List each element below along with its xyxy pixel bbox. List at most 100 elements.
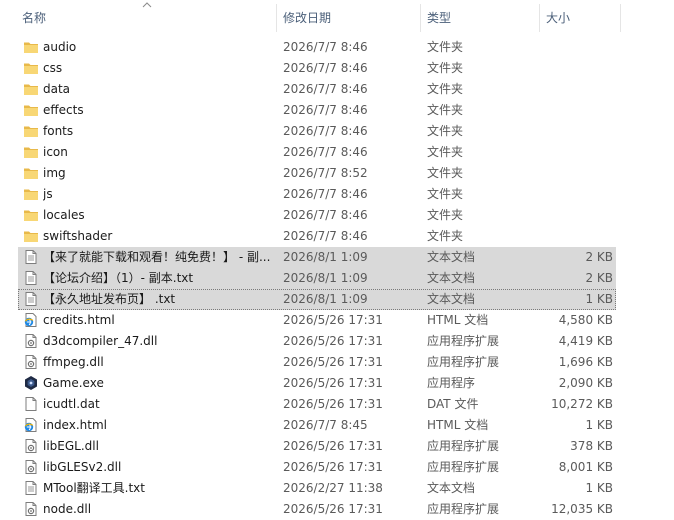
file-size: 4,580 KB [558, 313, 613, 327]
file-row[interactable]: audio 2026/7/7 8:46 文件夹 [18, 37, 616, 58]
file-row[interactable]: js 2026/7/7 8:46 文件夹 [18, 184, 616, 205]
html-file-icon [23, 312, 39, 328]
folder-icon [23, 102, 39, 118]
file-row[interactable]: 【永久地址发布页】 .txt 2026/8/1 1:09 文本文档 1 KB [18, 289, 616, 310]
file-size: 378 KB [570, 439, 613, 453]
file-type: 文件夹 [427, 208, 464, 222]
file-size: 2 KB [585, 271, 613, 285]
column-header-size[interactable]: 大小 [546, 0, 570, 36]
file-type: 应用程序扩展 [427, 460, 500, 474]
file-size: 2 KB [585, 250, 613, 264]
file-type: 文件夹 [427, 40, 464, 54]
file-modified-date: 2026/5/26 17:31 [283, 334, 383, 348]
column-header-bar: 名称 修改日期 类型 大小 [0, 0, 674, 36]
file-name: index.html [43, 418, 107, 432]
file-modified-date: 2026/7/7 8:46 [283, 103, 368, 117]
column-divider[interactable] [276, 4, 277, 32]
file-modified-date: 2026/5/26 17:31 [283, 355, 383, 369]
file-row[interactable]: icudtl.dat 2026/5/26 17:31 DAT 文件 10,272 KB [18, 394, 616, 415]
column-header-type[interactable]: 类型 [427, 0, 451, 36]
file-name: d3dcompiler_47.dll [43, 334, 158, 348]
file-size: 1 KB [585, 418, 613, 432]
file-name: css [43, 61, 63, 75]
dll-file-icon [23, 501, 39, 517]
column-divider[interactable] [420, 4, 421, 32]
column-divider[interactable] [539, 4, 540, 32]
file-type: 应用程序扩展 [427, 355, 500, 369]
file-size: 10,272 KB [551, 397, 613, 411]
file-row[interactable]: 【来了就能下载和观看！纯免费！】 - 副... 2026/8/1 1:09 文本文档… [18, 247, 616, 268]
file-row[interactable]: index.html 2026/7/7 8:45 HTML 文档 1 KB [18, 415, 616, 436]
file-modified-date: 2026/8/1 1:09 [283, 271, 368, 285]
file-type: 文件夹 [427, 61, 464, 75]
file-name: audio [43, 40, 77, 54]
folder-icon [23, 144, 39, 160]
file-row[interactable]: ffmpeg.dll 2026/5/26 17:31 应用程序扩展 1,696 KB [18, 352, 616, 373]
file-row[interactable]: MTool翻译工具.txt 2026/2/27 11:38 文本文档 1 KB [18, 478, 616, 499]
file-type: 应用程序扩展 [427, 502, 500, 516]
file-row[interactable]: libGLESv2.dll 2026/5/26 17:31 应用程序扩展 8,001 … [18, 457, 616, 478]
column-divider[interactable] [620, 4, 621, 32]
file-modified-date: 2026/2/27 11:38 [283, 481, 383, 495]
file-row[interactable]: d3dcompiler_47.dll 2026/5/26 17:31 应用程序扩展 4… [18, 331, 616, 352]
file-modified-date: 2026/5/26 17:31 [283, 460, 383, 474]
file-name: MTool翻译工具.txt [43, 481, 145, 495]
file-modified-date: 2026/7/7 8:46 [283, 229, 368, 243]
file-row[interactable]: libEGL.dll 2026/5/26 17:31 应用程序扩展 378 KB [18, 436, 616, 457]
file-name: data [43, 82, 71, 96]
file-row[interactable]: 【论坛介绍】（1）- 副本.txt 2026/8/1 1:09 文本文档 2 KB [18, 268, 616, 289]
file-type: 应用程序扩展 [427, 334, 500, 348]
file-row[interactable]: css 2026/7/7 8:46 文件夹 [18, 58, 616, 79]
html-file-icon [23, 417, 39, 433]
folder-icon [23, 60, 39, 76]
file-name: js [43, 187, 53, 201]
folder-icon [23, 123, 39, 139]
file-size: 1 KB [585, 481, 613, 495]
file-row[interactable]: icon 2026/7/7 8:46 文件夹 [18, 142, 616, 163]
file-type: 文件夹 [427, 124, 464, 138]
file-row[interactable]: credits.html 2026/5/26 17:31 HTML 文档 4,580 … [18, 310, 616, 331]
file-name: icudtl.dat [43, 397, 100, 411]
file-type: 应用程序 [427, 376, 476, 390]
file-row[interactable]: locales 2026/7/7 8:46 文件夹 [18, 205, 616, 226]
file-row[interactable]: data 2026/7/7 8:46 文件夹 [18, 79, 616, 100]
file-type: 文本文档 [427, 250, 476, 264]
dll-file-icon [23, 438, 39, 454]
file-modified-date: 2026/7/7 8:46 [283, 40, 368, 54]
file-type: 文件夹 [427, 166, 464, 180]
file-type: 文本文档 [427, 271, 476, 285]
file-row[interactable]: Game.exe 2026/5/26 17:31 应用程序 2,090 KB [18, 373, 616, 394]
file-modified-date: 2026/7/7 8:46 [283, 82, 368, 96]
file-name: swiftshader [43, 229, 113, 243]
file-row[interactable]: swiftshader 2026/7/7 8:46 文件夹 [18, 226, 616, 247]
file-type: 文件夹 [427, 145, 464, 159]
file-row[interactable]: effects 2026/7/7 8:46 文件夹 [18, 100, 616, 121]
column-header-date[interactable]: 修改日期 [283, 0, 331, 36]
file-name: node.dll [43, 502, 92, 516]
file-size: 1,696 KB [558, 355, 613, 369]
file-row[interactable]: fonts 2026/7/7 8:46 文件夹 [18, 121, 616, 142]
file-name: 【论坛介绍】（1）- 副本.txt [43, 271, 194, 285]
file-row[interactable]: img 2026/7/7 8:52 文件夹 [18, 163, 616, 184]
file-name: img [43, 166, 66, 180]
folder-icon [23, 39, 39, 55]
file-row[interactable]: node.dll 2026/5/26 17:31 应用程序扩展 12,035 KB [18, 499, 616, 520]
file-size: 2,090 KB [558, 376, 613, 390]
file-name: 【永久地址发布页】 .txt [43, 292, 176, 306]
folder-icon [23, 81, 39, 97]
dll-file-icon [23, 333, 39, 349]
folder-icon [23, 165, 39, 181]
column-header-name[interactable]: 名称 [22, 0, 46, 36]
folder-icon [23, 207, 39, 223]
file-type: 应用程序扩展 [427, 439, 500, 453]
text-file-icon [23, 249, 39, 265]
file-size: 12,035 KB [551, 502, 613, 516]
file-modified-date: 2026/5/26 17:31 [283, 439, 383, 453]
file-modified-date: 2026/7/7 8:46 [283, 208, 368, 222]
file-name: libGLESv2.dll [43, 460, 122, 474]
file-size: 4,419 KB [558, 334, 613, 348]
file-type: HTML 文档 [427, 313, 489, 327]
file-modified-date: 2026/7/7 8:46 [283, 187, 368, 201]
file-modified-date: 2026/7/7 8:46 [283, 124, 368, 138]
file-size: 8,001 KB [558, 460, 613, 474]
